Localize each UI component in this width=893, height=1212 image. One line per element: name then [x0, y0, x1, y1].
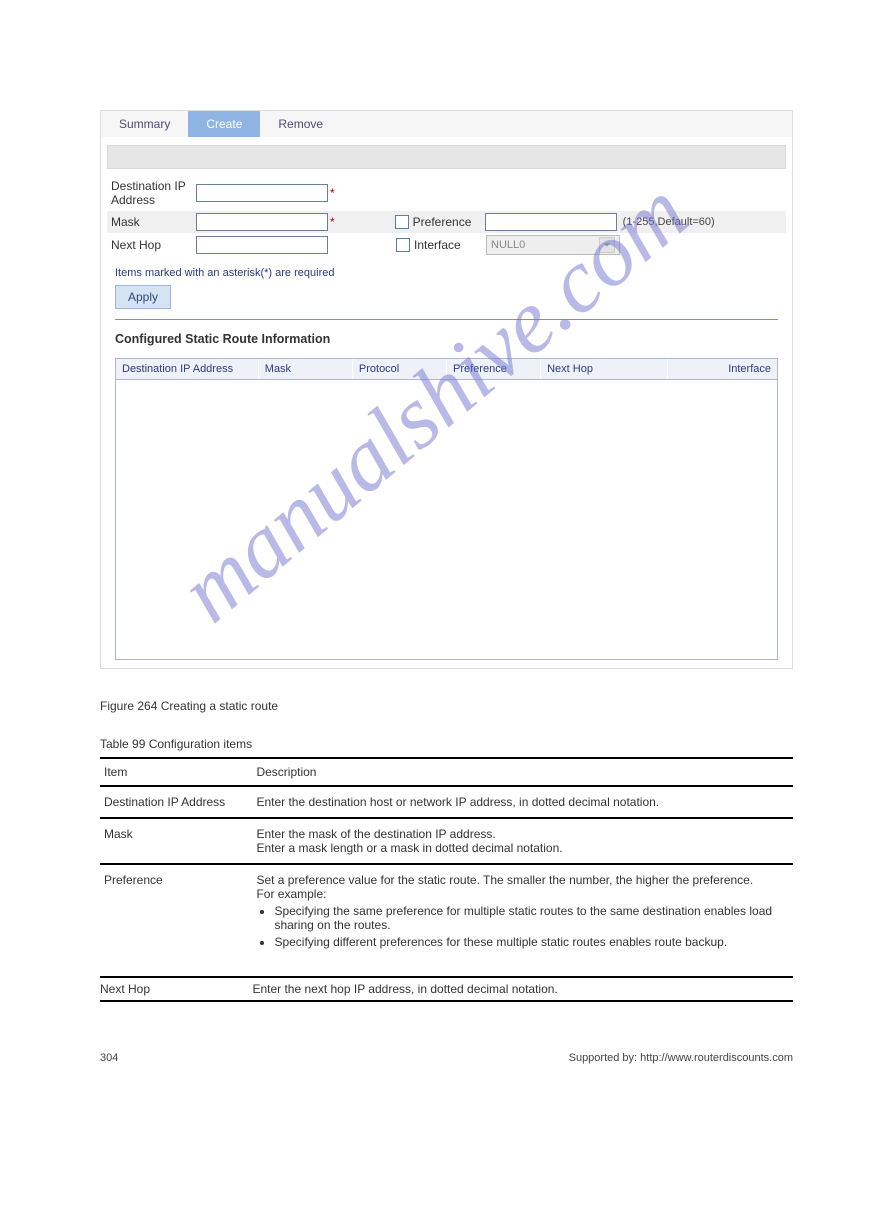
- nexthop-label: Next Hop: [107, 236, 196, 254]
- interface-label: Interface: [414, 238, 461, 252]
- tab-bar: Summary Create Remove: [101, 111, 792, 137]
- nexthop-input[interactable]: [196, 236, 328, 254]
- col-interface[interactable]: Interface: [668, 359, 777, 379]
- table-body-empty: [116, 380, 777, 658]
- spec-header-desc: Description: [252, 758, 793, 786]
- table-caption: Table 99 Configuration items: [100, 737, 793, 751]
- required-star: *: [330, 186, 335, 200]
- col-protocol[interactable]: Protocol: [353, 359, 447, 379]
- preference-label: Preference: [413, 215, 472, 229]
- figure-caption: Figure 264 Creating a static route: [100, 699, 793, 713]
- mask-label: Mask: [107, 213, 196, 231]
- preference-input[interactable]: [485, 213, 617, 231]
- tab-summary[interactable]: Summary: [101, 111, 188, 137]
- spec-desc: Enter the mask of the destination IP add…: [252, 818, 793, 864]
- required-star: *: [330, 215, 335, 229]
- mask-input[interactable]: [196, 213, 328, 231]
- config-items-table: Item Description Destination IP Address …: [100, 757, 793, 1002]
- spec-desc: Enter the next hop IP address, in dotted…: [252, 977, 793, 1001]
- interface-checkbox[interactable]: [396, 238, 410, 252]
- chevron-down-icon: [599, 237, 615, 253]
- section-title: Configured Static Route Information: [107, 328, 786, 352]
- static-routes-table: Destination IP Address Mask Protocol Pre…: [115, 358, 778, 660]
- tab-create[interactable]: Create: [188, 111, 260, 137]
- required-note: Items marked with an asterisk(*) are req…: [107, 257, 786, 285]
- apply-button[interactable]: Apply: [115, 285, 171, 309]
- spec-item: Destination IP Address: [100, 786, 252, 818]
- spec-item: Preference: [100, 864, 252, 977]
- spec-item: Mask: [100, 818, 252, 864]
- spec-header-item: Item: [100, 758, 252, 786]
- col-nexthop[interactable]: Next Hop: [541, 359, 668, 379]
- preference-hint: (1-255,Default=60): [623, 216, 715, 228]
- spec-bullet: Specifying the same preference for multi…: [274, 904, 789, 932]
- col-preference[interactable]: Preference: [447, 359, 541, 379]
- dest-ip-label: Destination IP Address: [107, 177, 196, 209]
- dest-ip-input[interactable]: [196, 184, 328, 202]
- footer-support: Supported by: http://www.routerdiscounts…: [569, 1052, 793, 1064]
- form-header-bar: [107, 145, 786, 169]
- tab-remove[interactable]: Remove: [260, 111, 341, 137]
- spec-item: Next Hop: [100, 977, 252, 1001]
- static-route-panel: Summary Create Remove Destination IP Add…: [100, 110, 793, 669]
- preference-checkbox[interactable]: [395, 215, 409, 229]
- spec-desc: Enter the destination host or network IP…: [252, 786, 793, 818]
- spec-desc: Set a preference value for the static ro…: [252, 864, 793, 977]
- col-mask[interactable]: Mask: [259, 359, 353, 379]
- page-number: 304: [100, 1052, 118, 1064]
- spec-bullet: Specifying different preferences for the…: [274, 935, 789, 949]
- interface-select[interactable]: NULL0: [486, 235, 620, 255]
- col-dest[interactable]: Destination IP Address: [116, 359, 259, 379]
- interface-value: NULL0: [491, 239, 525, 251]
